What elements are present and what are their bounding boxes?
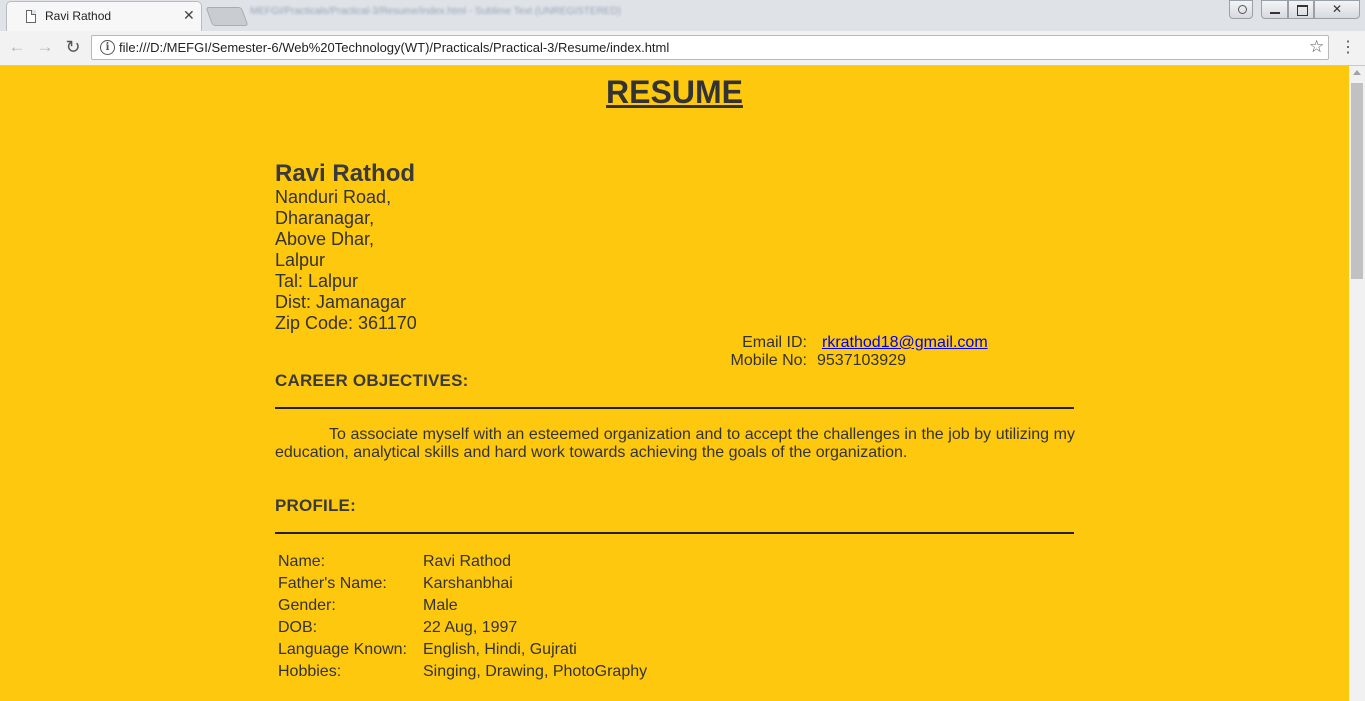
profile-label: Father's Name: (278, 575, 387, 592)
section-divider (275, 532, 1074, 534)
close-window-button[interactable]: ✕ (1314, 0, 1360, 19)
scrollbar-thumb[interactable] (1351, 83, 1363, 279)
minimize-button[interactable] (1261, 0, 1288, 19)
profile-value: Karshanbhai (423, 575, 513, 592)
profile-value: 22 Aug, 1997 (423, 619, 518, 636)
profile-label: Name: (278, 553, 326, 570)
profile-label: Gender: (278, 597, 336, 614)
tab-title: Ravi Rathod (45, 9, 112, 23)
address-line: Zip Code: 361170 (275, 313, 417, 333)
email-link[interactable]: rkrathod18@gmail.com (822, 334, 988, 352)
browser-tab[interactable]: Ravi Rathod ✕ (6, 1, 202, 31)
address-line: Dharanagar, (275, 208, 375, 228)
tab-close-icon[interactable]: ✕ (183, 7, 195, 24)
profile-label: Language Known: (278, 641, 407, 658)
profile-value: Ravi Rathod (423, 553, 512, 570)
profile-value: Male (423, 597, 458, 614)
profile-icon[interactable] (1229, 0, 1253, 19)
url-text[interactable]: file:///D:/MEFGI/Semester-6/Web%20Techno… (119, 40, 669, 55)
new-tab-button[interactable] (205, 7, 249, 26)
address-line: Dist: Jamanagar (275, 292, 407, 312)
tab-strip: Ravi Rathod ✕ MEFGI/Practicals/Practical… (0, 0, 1365, 31)
address-bar[interactable]: i file:///D:/MEFGI/Semester-6/Web%20Tech… (91, 35, 1329, 60)
career-objectives-heading: CAREER OBJECTIVES: (275, 371, 469, 390)
maximize-button[interactable] (1288, 0, 1314, 19)
profile-value: English, Hindi, Gujrati (423, 641, 577, 658)
page-icon (26, 10, 36, 23)
address-line: Lalpur (275, 250, 326, 270)
browser-toolbar: ← → ↻ i file:///D:/MEFGI/Semester-6/Web%… (0, 31, 1365, 66)
address-line: Above Dhar, (275, 229, 375, 249)
page-viewport: RESUME Ravi Rathod Nanduri Road, Dharana… (0, 66, 1349, 701)
mobile-label: Mobile No: (730, 352, 807, 369)
back-arrow-icon[interactable]: ← (7, 37, 27, 57)
candidate-name: Ravi Rathod (275, 160, 416, 187)
reload-icon[interactable]: ↻ (63, 37, 83, 57)
email-label: Email ID: (742, 334, 807, 351)
address-line: Nanduri Road, (275, 187, 392, 207)
browser-menu-icon[interactable]: ⋮ (1340, 37, 1356, 57)
window-title: MEFGI/Practicals/Practical-3/Resume/inde… (250, 6, 622, 17)
bookmark-star-icon[interactable]: ☆ (1309, 37, 1324, 57)
vertical-scrollbar[interactable] (1349, 66, 1365, 701)
address-line: Tal: Lalpur (275, 271, 359, 291)
profile-label: DOB: (278, 619, 318, 636)
info-icon[interactable]: i (100, 40, 115, 55)
profile-value: Singing, Drawing, PhotoGraphy (423, 663, 648, 680)
career-objective-text: To associate myself with an esteemed org… (275, 426, 1075, 461)
mobile-number: 9537103929 (817, 352, 906, 369)
section-divider (275, 407, 1074, 409)
forward-arrow-icon[interactable]: → (35, 37, 55, 57)
scroll-up-arrow-icon[interactable] (1353, 70, 1361, 75)
page-title: RESUME (606, 74, 743, 110)
profile-label: Hobbies: (278, 663, 342, 680)
profile-heading: PROFILE: (275, 496, 356, 515)
